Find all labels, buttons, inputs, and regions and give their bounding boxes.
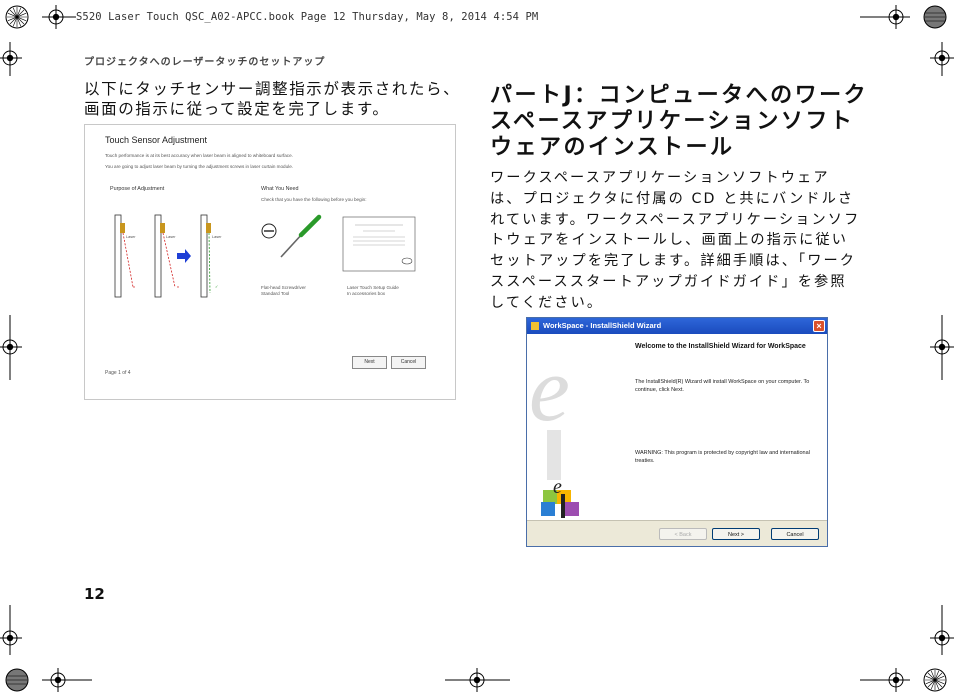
gray-target-bl (5, 668, 29, 692)
laser-label-2: Laser (166, 235, 176, 239)
wizard-footer: < Back Next > Cancel (527, 520, 827, 546)
wizard-side-graphic: e e (527, 334, 625, 520)
board-3: ✓ (200, 214, 218, 298)
running-head: プロジェクタへのレーザータッチのセットアップ (84, 57, 326, 68)
welcome-heading: Welcome to the InstallShield Wizard for … (635, 343, 806, 350)
welcome-text: The InstallShield(R) Wizard will install… (635, 379, 810, 393)
laser-label-3: Laser (212, 235, 222, 239)
tool2-line2: In accessories box (347, 291, 386, 296)
board-1: x (114, 214, 135, 298)
tool1-line2: Standard Tool (261, 291, 290, 296)
screwdriver-icon (261, 214, 322, 258)
touch-sensor-screenshot: Touch Sensor Adjustment Touch performanc… (84, 124, 456, 400)
star-target-br (923, 668, 947, 692)
file-header: S520 Laser Touch QSC_A02-APCC.book Page … (76, 11, 539, 23)
cancel-button[interactable]: Cancel (391, 356, 426, 369)
wizard-next-button[interactable]: Next > (712, 528, 760, 540)
installshield-screenshot: WorkSpace - InstallShield Wizard × e e W… (526, 317, 828, 547)
installshield-titlebar: WorkSpace - InstallShield Wizard × (527, 318, 827, 334)
back-button[interactable]: < Back (659, 528, 707, 540)
laser-label-1: Laser (126, 235, 136, 239)
page-indicator: Page 1 of 4 (105, 370, 131, 376)
page-number: 12 (84, 585, 105, 603)
tool1-line1: Flat-head Screwdriver (261, 285, 306, 290)
star-target-tl (5, 5, 29, 29)
setup-guide-icon (342, 216, 416, 272)
window-title: WorkSpace - InstallShield Wizard (543, 321, 662, 330)
workspace-logo-graphic: e e (529, 338, 579, 518)
wizard-content: Welcome to the InstallShield Wizard for … (625, 334, 827, 520)
gray-target-tr (923, 5, 947, 29)
svg-text:x: x (133, 284, 135, 289)
next-button[interactable]: Next (352, 356, 387, 369)
svg-text:e: e (529, 338, 570, 440)
left-paragraph: 以下にタッチセンサー調整指示が表示されたら、画面の指示に従って設定を完了します。 (84, 80, 461, 118)
wizard-cancel-button[interactable]: Cancel (771, 528, 819, 540)
right-arrow-icon (177, 249, 191, 263)
svg-text:x: x (177, 284, 179, 289)
section-heading: パートJ：コンピュータへのワークスペースアプリケーションソフトウェアのインストー… (490, 83, 869, 160)
section-body: ワークスペースアプリケーションソフトウェアは、プロジェクタに付属の CD と共に… (490, 170, 861, 311)
app-icon (531, 322, 539, 331)
svg-text:✓: ✓ (215, 284, 218, 289)
tool2-line1: Laser Touch Setup Guide (347, 285, 399, 290)
warning-text: WARNING: This program is protected by co… (635, 450, 810, 464)
board-2: x (154, 214, 179, 298)
svg-text:e: e (553, 476, 562, 498)
close-icon[interactable]: × (813, 320, 825, 332)
